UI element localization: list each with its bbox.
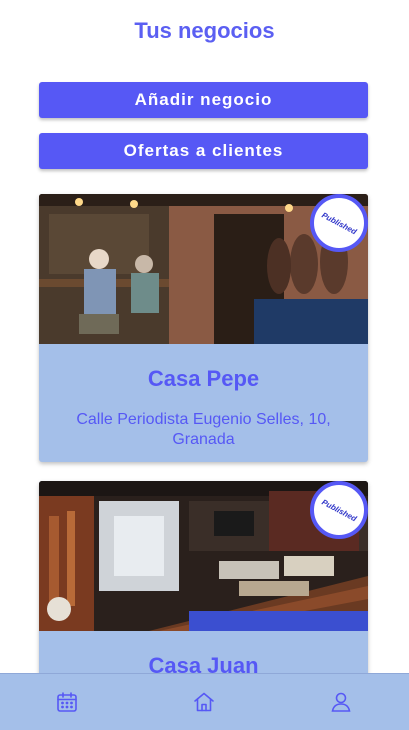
business-card-casa-pepe[interactable]: Published Casa Pepe Calle Periodista Eug…: [39, 194, 368, 462]
business-photo: Published: [39, 194, 368, 344]
page-title: Tus negocios: [134, 18, 275, 43]
calendar-icon: [57, 692, 77, 712]
business-name: Casa Pepe: [147, 366, 260, 391]
published-badge-label: Published: [320, 497, 358, 523]
business-address: Calle Periodista Eugenio Selles, 10, Gra…: [76, 411, 331, 448]
published-badge-label: Published: [320, 210, 358, 236]
add-business-button[interactable]: Añadir negocio: [39, 82, 368, 118]
nav-profile-tab[interactable]: [325, 686, 357, 718]
bottom-navigation: [0, 673, 409, 730]
customer-offers-button[interactable]: Ofertas a clientes: [39, 133, 368, 169]
published-badge: Published: [310, 194, 368, 252]
user-icon: [331, 692, 351, 712]
business-card-casa-juan[interactable]: Published Casa Juan: [39, 481, 368, 681]
nav-home-tab[interactable]: [188, 686, 220, 718]
nav-calendar-tab[interactable]: [51, 686, 83, 718]
home-icon: [194, 692, 214, 712]
business-photo: Published: [39, 481, 368, 631]
published-badge: Published: [310, 481, 368, 539]
